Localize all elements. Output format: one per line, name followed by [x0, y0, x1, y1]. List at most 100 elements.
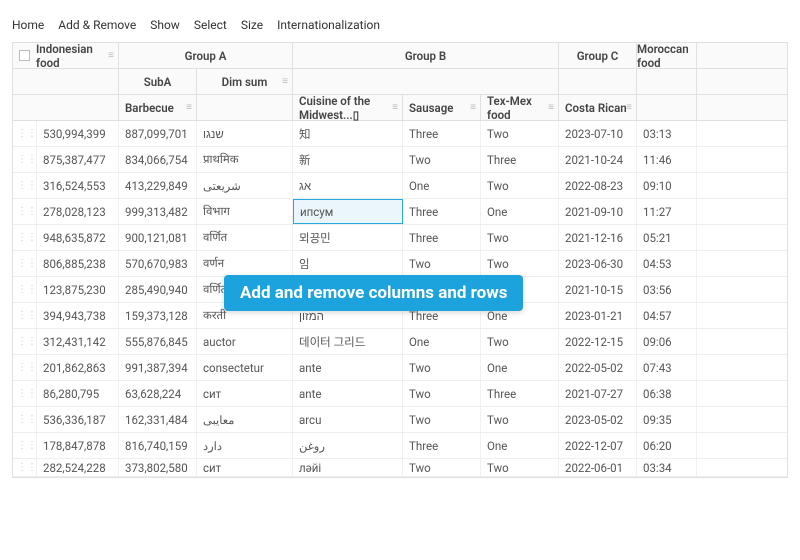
- cell-barbecue[interactable]: 413,229,849: [119, 173, 197, 198]
- cell-sausage[interactable]: Two: [403, 251, 481, 276]
- cell-tex-mex[interactable]: Two: [481, 329, 559, 354]
- cell-moroccan[interactable]: 06:38: [637, 381, 697, 406]
- cell-moroccan[interactable]: 04:53: [637, 251, 697, 276]
- col-cuisine-midwest[interactable]: Cuisine of the Midwest...▯≡: [293, 95, 403, 120]
- cell-indonesian[interactable]: 806,885,238: [37, 251, 119, 276]
- cell-costa-rican[interactable]: 2023-06-30: [559, 251, 637, 276]
- cell-indonesian[interactable]: 875,387,477: [37, 147, 119, 172]
- cell-sausage[interactable]: Two: [403, 407, 481, 432]
- row-drag-checkbox[interactable]: ⋮⋮: [13, 329, 37, 354]
- cell-indonesian[interactable]: 530,994,399: [37, 121, 119, 146]
- cell-barbecue[interactable]: 816,740,159: [119, 433, 197, 458]
- col-menu-icon[interactable]: ≡: [626, 102, 632, 113]
- cell-dim-sum[interactable]: वर्णन: [197, 251, 293, 276]
- drag-handle-icon[interactable]: ⋮⋮: [17, 258, 37, 269]
- cell-costa-rican[interactable]: 2022-08-23: [559, 173, 637, 198]
- cell-sausage[interactable]: One: [403, 173, 481, 198]
- cell-indonesian[interactable]: 86,280,795: [37, 381, 119, 406]
- cell-indonesian[interactable]: 948,635,872: [37, 225, 119, 250]
- cell-moroccan[interactable]: 03:56: [637, 277, 697, 302]
- table-row[interactable]: ⋮⋮948,635,872900,121,081वर्णित뫼끙민ThreeTw…: [13, 225, 787, 251]
- cell-cuisine-midwest[interactable]: روغن: [293, 433, 403, 458]
- menu-home[interactable]: Home: [12, 18, 44, 32]
- cell-tex-mex[interactable]: Two: [481, 225, 559, 250]
- cell-moroccan[interactable]: 03:13: [637, 121, 697, 146]
- row-drag-checkbox[interactable]: ⋮⋮: [13, 433, 37, 458]
- cell-sausage[interactable]: Two: [403, 355, 481, 380]
- cell-cuisine-midwest[interactable]: ләйі: [293, 459, 403, 476]
- cell-moroccan[interactable]: 09:06: [637, 329, 697, 354]
- cell-sausage[interactable]: Three: [403, 121, 481, 146]
- cell-barbecue[interactable]: 555,876,845: [119, 329, 197, 354]
- menu-select[interactable]: Select: [194, 18, 227, 32]
- col-menu-icon[interactable]: ≡: [108, 50, 114, 61]
- cell-costa-rican[interactable]: 2021-12-16: [559, 225, 637, 250]
- cell-cuisine-midwest[interactable]: 뫼끙민: [293, 225, 403, 250]
- menu-i18n[interactable]: Internationalization: [277, 18, 380, 32]
- cell-indonesian[interactable]: 178,847,878: [37, 433, 119, 458]
- cell-barbecue[interactable]: 63,628,224: [119, 381, 197, 406]
- cell-tex-mex[interactable]: One: [481, 433, 559, 458]
- drag-handle-icon[interactable]: ⋮⋮: [17, 154, 37, 165]
- col-barbecue[interactable]: Barbecue≡: [119, 95, 197, 120]
- cell-cuisine-midwest[interactable]: ante: [293, 381, 403, 406]
- drag-handle-icon[interactable]: ⋮⋮: [17, 284, 37, 295]
- cell-cuisine-midwest[interactable]: ante: [293, 355, 403, 380]
- group-c-header[interactable]: Group C: [559, 43, 637, 68]
- table-row[interactable]: ⋮⋮536,336,187162,331,484معایبیarcuTwoTwo…: [13, 407, 787, 433]
- row-drag-checkbox[interactable]: ⋮⋮: [13, 225, 37, 250]
- cell-cuisine-midwest[interactable]: arcu: [293, 407, 403, 432]
- table-row[interactable]: ⋮⋮201,862,863991,387,394consecteturanteT…: [13, 355, 787, 381]
- cell-barbecue[interactable]: 162,331,484: [119, 407, 197, 432]
- cell-sausage[interactable]: Three: [403, 225, 481, 250]
- drag-handle-icon[interactable]: ⋮⋮: [17, 310, 37, 321]
- cell-cuisine-midwest[interactable]: 新: [293, 147, 403, 172]
- row-drag-checkbox[interactable]: ⋮⋮: [13, 277, 37, 302]
- cell-sausage[interactable]: Two: [403, 459, 481, 476]
- cell-moroccan[interactable]: 11:46: [637, 147, 697, 172]
- col-costa-rican[interactable]: Costa Rican≡: [559, 95, 637, 120]
- table-row[interactable]: ⋮⋮282,524,228373,802,580cитләйіTwoTwo202…: [13, 459, 787, 477]
- drag-handle-icon[interactable]: ⋮⋮: [17, 388, 37, 399]
- table-row[interactable]: ⋮⋮316,524,553413,229,849شریعتیאגOneTwo20…: [13, 173, 787, 199]
- cell-indonesian[interactable]: 316,524,553: [37, 173, 119, 198]
- cell-dim-sum[interactable]: प्राथमिक: [197, 147, 293, 172]
- cell-tex-mex[interactable]: Three: [481, 381, 559, 406]
- drag-handle-icon[interactable]: ⋮⋮: [17, 206, 37, 217]
- table-row[interactable]: ⋮⋮178,847,878816,740,159داردروغنThreeOne…: [13, 433, 787, 459]
- col-moroccan[interactable]: Moroccan food: [637, 43, 697, 68]
- cell-cuisine-midwest[interactable]: 知: [293, 121, 403, 146]
- cell-dim-sum[interactable]: معایبی: [197, 407, 293, 432]
- cell-barbecue[interactable]: 900,121,081: [119, 225, 197, 250]
- cell-costa-rican[interactable]: 2023-01-21: [559, 303, 637, 328]
- cell-indonesian[interactable]: 536,336,187: [37, 407, 119, 432]
- cell-costa-rican[interactable]: 2021-07-27: [559, 381, 637, 406]
- cell-tex-mex[interactable]: Two: [481, 251, 559, 276]
- cell-costa-rican[interactable]: 2022-05-02: [559, 355, 637, 380]
- cell-barbecue[interactable]: 285,490,940: [119, 277, 197, 302]
- cell-sausage[interactable]: One: [403, 329, 481, 354]
- group-b-header[interactable]: Group B: [293, 43, 559, 68]
- cell-barbecue[interactable]: 887,099,701: [119, 121, 197, 146]
- col-menu-icon[interactable]: ≡: [548, 102, 554, 113]
- col-dim-sum[interactable]: Dim sum≡: [197, 69, 293, 94]
- row-drag-checkbox[interactable]: ⋮⋮: [13, 199, 37, 224]
- drag-handle-icon[interactable]: ⋮⋮: [17, 128, 37, 139]
- col-indonesian[interactable]: Indonesian food ≡: [13, 43, 119, 68]
- cell-moroccan[interactable]: 05:21: [637, 225, 697, 250]
- cell-indonesian[interactable]: 312,431,142: [37, 329, 119, 354]
- table-row[interactable]: ⋮⋮86,280,79563,628,224cитanteTwoThree202…: [13, 381, 787, 407]
- table-row[interactable]: ⋮⋮530,994,399887,099,701שנגו知ThreeTwo202…: [13, 121, 787, 147]
- cell-cuisine-midwest[interactable]: 데이터 그리드: [293, 329, 403, 354]
- drag-handle-icon[interactable]: ⋮⋮: [17, 440, 37, 451]
- cell-sausage[interactable]: Two: [403, 381, 481, 406]
- row-drag-checkbox[interactable]: ⋮⋮: [13, 303, 37, 328]
- cell-indonesian[interactable]: 282,524,228: [37, 459, 119, 476]
- cell-moroccan[interactable]: 04:57: [637, 303, 697, 328]
- cell-indonesian[interactable]: 201,862,863: [37, 355, 119, 380]
- cell-indonesian[interactable]: 278,028,123: [37, 199, 119, 224]
- cell-costa-rican[interactable]: 2021-10-15: [559, 277, 637, 302]
- col-menu-icon[interactable]: ≡: [186, 102, 192, 113]
- cell-tex-mex[interactable]: One: [481, 199, 559, 224]
- col-tex-mex[interactable]: Tex-Mex food≡: [481, 95, 559, 120]
